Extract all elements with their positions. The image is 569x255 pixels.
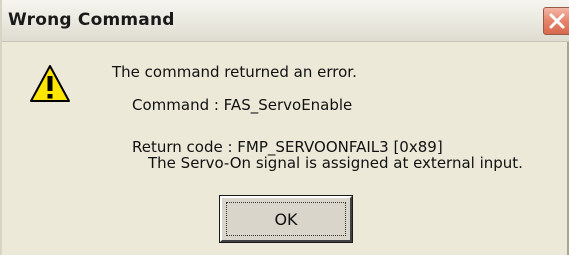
error-message: The command returned an error. — [112, 63, 357, 81]
title-bar[interactable]: Wrong Command — [2, 0, 569, 42]
description-line: The Servo-On signal is assigned at exter… — [148, 154, 523, 172]
window-title: Wrong Command — [8, 10, 175, 30]
ok-button[interactable]: OK — [219, 195, 353, 243]
focus-rectangle — [226, 202, 346, 236]
warning-icon — [30, 65, 70, 102]
close-icon — [549, 13, 565, 29]
dialog-window: Wrong Command The command returned an er… — [0, 0, 569, 255]
close-button[interactable] — [543, 7, 569, 35]
command-line: Command : FAS_ServoEnable — [132, 96, 353, 114]
